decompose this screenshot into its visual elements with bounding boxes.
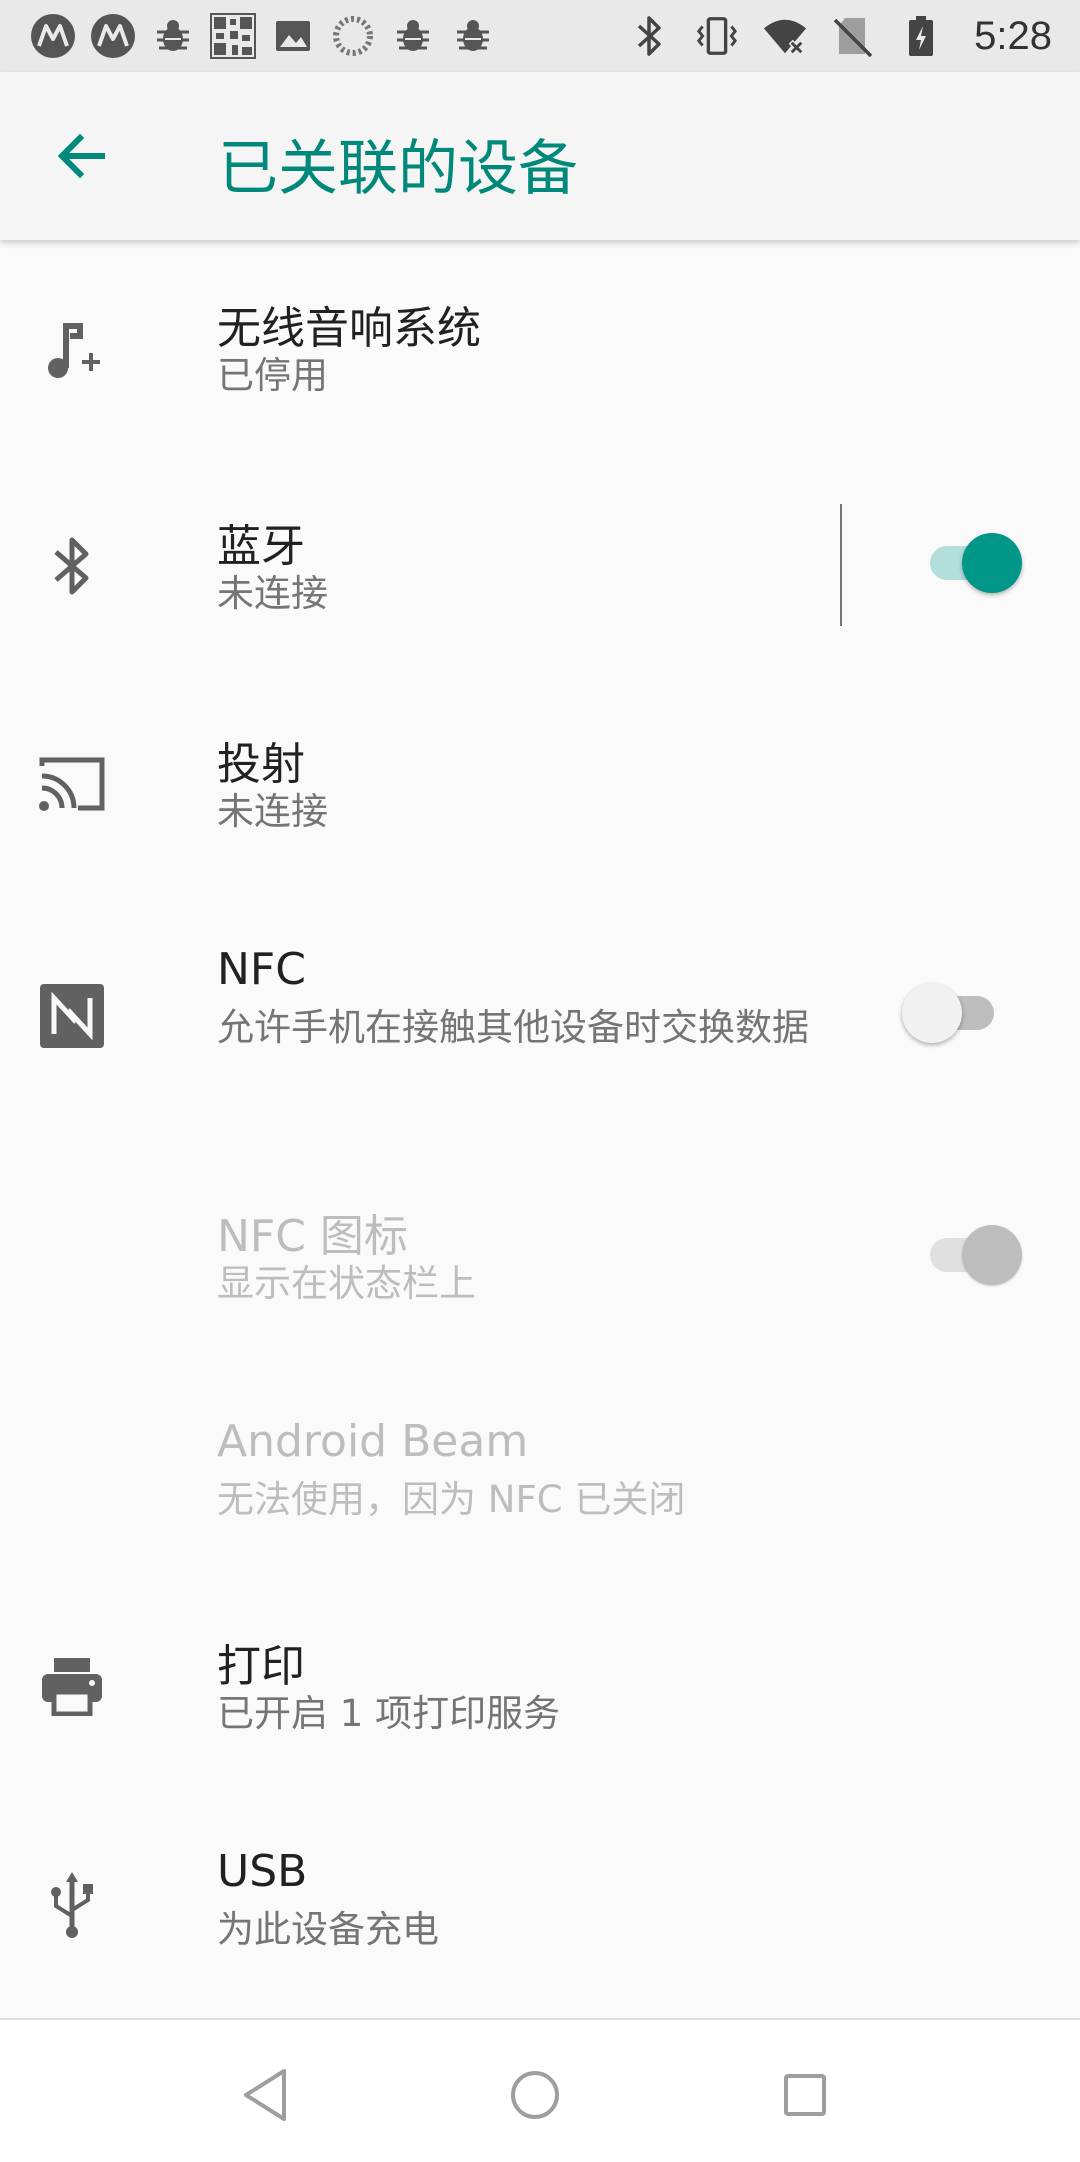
motorola-icon (30, 13, 76, 59)
list-item-nfc[interactable]: NFC 允许手机在接触其他设备时交换数据 (0, 894, 1080, 1142)
arrow-back-icon (57, 133, 105, 179)
list-item-printing[interactable]: 打印 已开启 1 项打印服务 (0, 1578, 1080, 1796)
list-item-title: 无线音响系统 (217, 303, 481, 354)
list-item-title: USB (217, 1846, 308, 1897)
list-item-subtitle: 为此设备充电 (217, 1908, 439, 1951)
clock: 5:28 (974, 13, 1052, 58)
image-icon (270, 13, 316, 59)
motorola-icon (90, 13, 136, 59)
status-bar-system: 5:28 (626, 0, 1052, 72)
page-title: 已关联的设备 (218, 134, 578, 204)
back-icon (244, 2069, 286, 2121)
list-item-subtitle: 未连接 (217, 572, 328, 615)
nav-home-button[interactable] (490, 2050, 580, 2140)
home-icon (511, 2071, 559, 2119)
nav-back-button[interactable] (220, 2050, 310, 2140)
list-item-bluetooth[interactable]: 蓝牙 未连接 (0, 458, 1080, 676)
battery-icon (898, 13, 944, 59)
status-bar: 5:28 (0, 0, 1080, 72)
list-item-subtitle: 未连接 (217, 790, 328, 833)
usb-icon (30, 1862, 114, 1946)
list-item-nfc-icon: NFC 图标 显示在状态栏上 (0, 1142, 1080, 1360)
list-item-usb[interactable]: USB 为此设备充电 (0, 1796, 1080, 2014)
list-item-title: 蓝牙 (217, 521, 305, 572)
toggle-thumb (902, 983, 962, 1043)
bug-icon (450, 13, 496, 59)
toggle-thumb (962, 1225, 1022, 1285)
qr-code-icon (210, 13, 256, 59)
loading-icon (330, 13, 376, 59)
bug-icon (150, 13, 196, 59)
bluetooth-icon (30, 524, 114, 608)
music-add-icon (30, 308, 114, 392)
app-bar: 已关联的设备 (0, 72, 1080, 240)
list-item-title: NFC (217, 944, 306, 995)
bug-icon (390, 13, 436, 59)
list-item-title: 投射 (217, 739, 305, 790)
recents-icon (784, 2074, 826, 2116)
navigation-bar (0, 2018, 1080, 2162)
vibrate-icon (694, 13, 740, 59)
list-item-subtitle: 已开启 1 项打印服务 (217, 1692, 561, 1735)
nfc-toggle[interactable] (902, 976, 1002, 1043)
list-item-wireless-speaker[interactable]: 无线音响系统 已停用 (0, 240, 1080, 458)
list-item-title: Android Beam (217, 1416, 529, 1467)
list-item-subtitle: 允许手机在接触其他设备时交换数据 (217, 1006, 809, 1049)
list-item-title: NFC 图标 (217, 1211, 408, 1262)
nfc-icon-toggle (922, 1218, 1022, 1285)
bluetooth-icon (626, 13, 672, 59)
no-sim-icon (830, 13, 876, 59)
list-item-cast[interactable]: 投射 未连接 (0, 676, 1080, 894)
list-item-title: 打印 (217, 1641, 305, 1692)
toggle-thumb (962, 533, 1022, 593)
status-bar-notifications (30, 0, 496, 72)
list-item-subtitle: 显示在状态栏上 (217, 1262, 476, 1305)
bluetooth-toggle[interactable] (922, 526, 1022, 593)
nav-recents-button[interactable] (760, 2050, 850, 2140)
nfc-icon (30, 974, 114, 1058)
cast-icon (30, 742, 114, 826)
back-button[interactable] (40, 114, 124, 198)
list-item-subtitle: 已停用 (217, 354, 328, 397)
list-item-android-beam: Android Beam 无法使用，因为 NFC 已关闭 (0, 1360, 1080, 1578)
wifi-icon (762, 13, 808, 59)
list-item-subtitle: 无法使用，因为 NFC 已关闭 (217, 1478, 686, 1521)
divider (840, 504, 842, 626)
print-icon (30, 1644, 114, 1728)
